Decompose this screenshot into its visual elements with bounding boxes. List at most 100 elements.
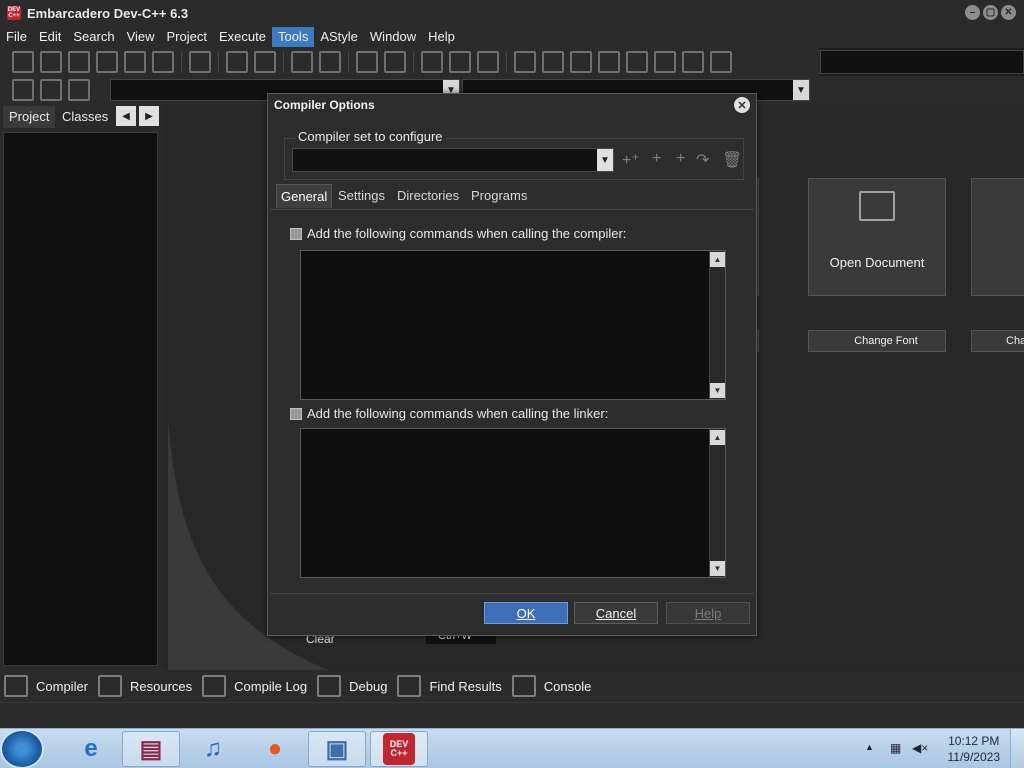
replace-icon[interactable]: [254, 51, 276, 73]
linker-cmd-textarea[interactable]: ▲ ▼: [300, 428, 726, 578]
open-file-icon[interactable]: [40, 51, 62, 73]
menu-tools[interactable]: Tools: [271, 27, 315, 47]
close-file-icon[interactable]: [124, 51, 146, 73]
compile-run-icon[interactable]: [570, 51, 592, 73]
tab-classes[interactable]: Classes: [56, 106, 114, 128]
chevron-down-icon[interactable]: ▼: [793, 80, 809, 100]
save-all-icon[interactable]: [96, 51, 118, 73]
remove-from-project-icon[interactable]: [449, 51, 471, 73]
add-to-project-icon[interactable]: [421, 51, 443, 73]
tab-compiler[interactable]: Compiler: [0, 671, 94, 701]
close-all-icon[interactable]: [152, 51, 174, 73]
tab-find-results[interactable]: Find Results: [393, 671, 507, 701]
welcome-card-partial-right[interactable]: [971, 178, 1024, 296]
menu-search[interactable]: Search: [67, 27, 120, 47]
menu-edit[interactable]: Edit: [33, 27, 67, 47]
cancel-button[interactable]: Cancel: [574, 602, 658, 624]
chevron-up-icon[interactable]: ▲: [710, 430, 725, 445]
unindent-icon[interactable]: [319, 51, 341, 73]
find-compiler-set-icon[interactable]: +: [676, 150, 685, 168]
profile-icon[interactable]: [682, 51, 704, 73]
clock[interactable]: 10:12 PM 11/9/2023: [948, 733, 1001, 765]
indent-icon[interactable]: [291, 51, 313, 73]
search-icon: [397, 675, 422, 697]
tab-settings[interactable]: Settings: [334, 184, 389, 208]
tab-console[interactable]: Console: [508, 671, 598, 701]
open-document-label: Open Document: [829, 255, 925, 270]
print-icon[interactable]: [189, 51, 211, 73]
syntax-check-icon[interactable]: [626, 51, 648, 73]
devcpp-taskbar-button[interactable]: DEV C++: [370, 731, 428, 767]
menu-window[interactable]: Window: [364, 27, 422, 47]
trash-icon[interactable]: 🗑: [722, 150, 742, 170]
scrollbar[interactable]: ▲ ▼: [709, 251, 725, 399]
ok-button[interactable]: OK: [484, 602, 568, 624]
media-player-icon[interactable]: ▣: [308, 731, 366, 767]
tab-resources[interactable]: Resources: [94, 671, 198, 701]
network-icon[interactable]: ▦: [890, 741, 906, 757]
firefox-icon[interactable]: ●: [246, 731, 304, 767]
chevron-down-icon[interactable]: ▼: [710, 561, 725, 576]
compile-icon[interactable]: [514, 51, 536, 73]
project-options-icon[interactable]: [477, 51, 499, 73]
internet-explorer-icon[interactable]: e: [62, 731, 120, 767]
start-button[interactable]: [0, 729, 44, 768]
tab-compile-log[interactable]: Compile Log: [198, 671, 313, 701]
new-file-icon[interactable]: [12, 51, 34, 73]
menu-view[interactable]: View: [121, 27, 161, 47]
menu-astyle[interactable]: AStyle: [314, 27, 364, 47]
save-icon[interactable]: [68, 51, 90, 73]
tab-directories[interactable]: Directories: [393, 184, 463, 208]
change-font-button[interactable]: Change Font: [808, 330, 946, 352]
change-theme-button[interactable]: Cha: [971, 330, 1024, 352]
scrollbar[interactable]: ▲ ▼: [709, 429, 725, 577]
close-window-button[interactable]: ✕: [1001, 5, 1016, 20]
tab-programs[interactable]: Programs: [467, 184, 531, 208]
open-document-card[interactable]: Open Document: [808, 178, 946, 296]
copy-compiler-set-icon[interactable]: +⁺: [622, 150, 640, 170]
compiler-cmd-checkbox[interactable]: [290, 228, 302, 240]
resources-icon: [98, 675, 123, 697]
goto-bookmark-icon[interactable]: [68, 79, 90, 101]
itunes-icon[interactable]: ♫: [184, 731, 242, 767]
compiler-cmd-label: Add the following commands when calling …: [307, 226, 627, 241]
project-tree[interactable]: [3, 132, 158, 666]
redo-icon[interactable]: [384, 51, 406, 73]
run-icon[interactable]: [542, 51, 564, 73]
chevron-down-icon[interactable]: ▼: [597, 149, 613, 171]
tab-project[interactable]: Project: [3, 106, 56, 128]
winrar-icon[interactable]: ▤: [122, 731, 180, 767]
chevron-left-icon[interactable]: ◀: [116, 106, 136, 126]
menu-project[interactable]: Project: [161, 27, 213, 47]
title-bar: DEV C++ Embarcadero Dev-C++ 6.3 – ▢ ✕: [0, 0, 1024, 26]
menu-help[interactable]: Help: [422, 27, 461, 47]
chevron-up-icon[interactable]: ▲: [710, 252, 725, 267]
status-bar: [0, 702, 1024, 728]
rebuild-icon[interactable]: [598, 51, 620, 73]
maximize-button[interactable]: ▢: [983, 5, 998, 20]
volume-muted-icon[interactable]: ◀×: [912, 741, 928, 757]
close-icon[interactable]: ✕: [734, 97, 750, 113]
menu-execute[interactable]: Execute: [213, 27, 272, 47]
chevron-right-icon[interactable]: ▶: [139, 106, 159, 126]
undo-icon[interactable]: [356, 51, 378, 73]
help-button[interactable]: Help: [666, 602, 750, 624]
stop-icon[interactable]: [654, 51, 676, 73]
compiler-select-combo[interactable]: [820, 50, 1024, 74]
chevron-down-icon[interactable]: ▼: [710, 383, 725, 398]
toggle-bookmark-icon[interactable]: [40, 79, 62, 101]
add-compiler-set-icon[interactable]: +: [652, 150, 661, 168]
tab-general[interactable]: General: [276, 184, 333, 208]
linker-cmd-checkbox[interactable]: [290, 408, 302, 420]
find-icon[interactable]: [226, 51, 248, 73]
compiler-set-combo[interactable]: ▼: [292, 148, 614, 172]
rename-compiler-set-icon[interactable]: ↷: [696, 150, 709, 170]
minimize-button[interactable]: –: [965, 5, 980, 20]
compiler-cmd-textarea[interactable]: ▲ ▼: [300, 250, 726, 400]
delete-profile-icon[interactable]: [710, 51, 732, 73]
menu-file[interactable]: File: [0, 27, 33, 47]
tab-debug[interactable]: Debug: [313, 671, 393, 701]
show-desktop-button[interactable]: [1010, 729, 1024, 768]
tray-expand-icon[interactable]: ▲: [865, 742, 881, 758]
insert-icon[interactable]: [12, 79, 34, 101]
